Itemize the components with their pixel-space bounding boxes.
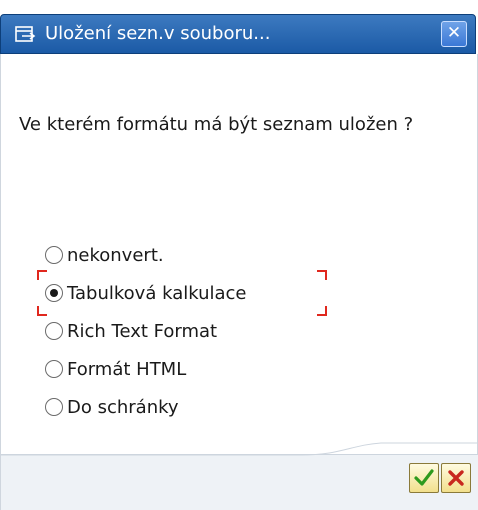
dialog-footer [1,442,478,510]
option-nekonvert[interactable]: nekonvert. [45,236,247,274]
title-bar: Uložení sezn.v souboru... ✕ [0,14,476,54]
footer-divider [1,442,478,456]
option-tabulkova-kalkulace[interactable]: Tabulková kalkulace [37,270,327,316]
option-label: Formát HTML [67,358,187,380]
save-list-dialog: Uložení sezn.v souboru... ✕ Ve kterém fo… [0,14,478,510]
close-button[interactable]: ✕ [441,21,467,47]
radio-button[interactable] [45,360,63,378]
cross-icon [448,470,464,486]
ok-button[interactable] [409,463,439,493]
radio-button[interactable] [45,322,63,340]
option-label: Tabulková kalkulace [67,282,247,304]
close-icon: ✕ [446,23,462,43]
question-text: Ve kterém formátu má být seznam uložen ? [19,114,414,135]
option-label: nekonvert. [67,244,164,266]
radio-button[interactable] [45,398,63,416]
option-label: Do schránky [67,396,179,418]
checkmark-icon [414,469,434,486]
option-format-html[interactable]: Formát HTML [45,350,247,388]
format-options: nekonvert. Tabulková kalkulace Rich Text… [37,236,327,426]
dialog-body: Ve kterém formátu má být seznam uložen ?… [0,54,478,510]
cancel-button[interactable] [441,463,471,493]
radio-button-selected[interactable] [45,284,63,302]
radio-button[interactable] [45,246,63,264]
dialog-title: Uložení sezn.v souboru... [45,23,271,44]
option-label: Rich Text Format [67,320,218,342]
option-do-schranky[interactable]: Do schránky [45,388,247,426]
window-icon [15,26,36,42]
option-rich-text-format[interactable]: Rich Text Format [45,312,247,350]
